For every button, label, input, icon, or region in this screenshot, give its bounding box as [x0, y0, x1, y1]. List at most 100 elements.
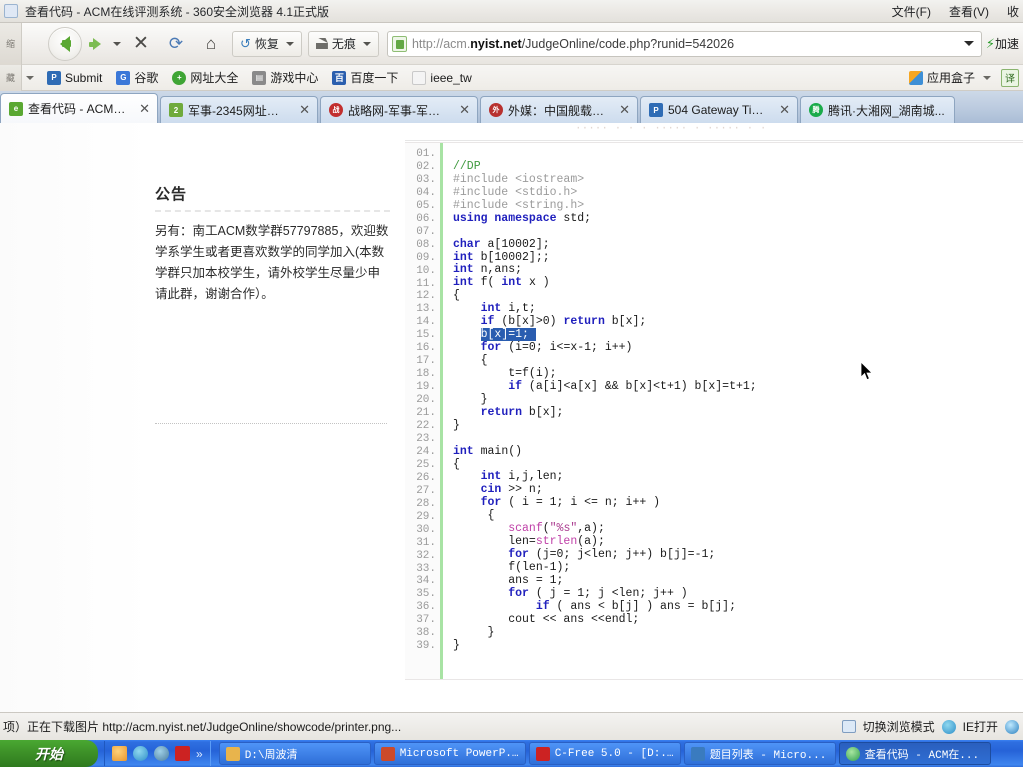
app-box-button[interactable]: 应用盒子: [908, 69, 997, 86]
internet-explorer-icon[interactable]: [133, 746, 148, 761]
task-explorer[interactable]: D:\周波清: [218, 742, 371, 765]
menu-view[interactable]: 查看(V): [949, 3, 989, 20]
code-token: {: [453, 354, 488, 367]
code-token: f(len-1);: [453, 561, 571, 574]
code-token: int: [480, 302, 502, 316]
line-number: 27.: [416, 484, 436, 497]
restore-caret-icon[interactable]: [285, 41, 294, 46]
tab-military-2345[interactable]: 2 军事-2345网址导航 ✕: [160, 96, 318, 123]
globe-icon[interactable]: [1005, 719, 1019, 734]
line-number: 32.: [416, 549, 436, 562]
tab-504-gateway[interactable]: P 504 Gateway Time-... ✕: [640, 96, 798, 123]
code-line: for ( i = 1; i <= n; i++ ): [453, 496, 1023, 510]
code-token: return: [480, 405, 523, 419]
chevron-overflow-icon[interactable]: »: [196, 747, 203, 761]
browse-mode-label[interactable]: 切换浏览模式: [863, 718, 935, 735]
tab-close-icon[interactable]: ✕: [139, 101, 150, 117]
menu-favorites[interactable]: 收: [1007, 3, 1019, 20]
task-powerpoint[interactable]: Microsoft PowerP...: [373, 742, 526, 765]
source-code-viewer[interactable]: 01. 02. 03. 04. 05. 06. 07. 08. 09. 10. 11. 12. 13. 1…: [405, 142, 1023, 680]
code-line: if (a[i]<a[x] && b[x]<t+1) b[x]=t+1;: [453, 380, 1023, 394]
tab-view-code[interactable]: e 查看代码 - ACM在线... ✕: [0, 93, 158, 123]
speed-label: 加速: [994, 37, 1019, 51]
refresh-button[interactable]: ⟳: [161, 29, 191, 59]
address-dropdown-caret-icon[interactable]: [963, 41, 974, 46]
tab-close-icon[interactable]: ✕: [459, 102, 470, 118]
cfree-icon: [535, 746, 550, 761]
private-mode-button[interactable]: 无痕: [307, 30, 379, 57]
ie-open-label[interactable]: IE打开: [963, 718, 998, 735]
bookmark-ieee[interactable]: ieee_tw: [405, 67, 478, 89]
code-text[interactable]: //DP #include <iostream> #include <stdio.h…: [443, 143, 1023, 679]
code-line: for (i=0; i<=x-1; i++): [453, 341, 1023, 355]
browser-icon[interactable]: [154, 746, 169, 761]
forward-button[interactable]: [84, 29, 110, 59]
code-token: {: [453, 509, 495, 523]
translate-button[interactable]: 译: [1001, 68, 1019, 87]
start-button[interactable]: 开始: [0, 740, 98, 767]
stop-button[interactable]: ✕: [126, 29, 156, 59]
task-cfree[interactable]: C-Free 5.0 - [D:...: [528, 742, 681, 765]
line-number: 22.: [416, 420, 436, 433]
code-token: char: [453, 237, 481, 251]
code-token: x ): [522, 276, 550, 290]
code-line: if (b[x]>0) return b[x];: [453, 315, 1023, 329]
speed-boost-button[interactable]: ⚡ 加速: [986, 35, 1021, 52]
task-list: D:\周波清 Microsoft PowerP... C-Free 5.0 - …: [211, 742, 991, 765]
code-token: t=f(i);: [453, 366, 557, 380]
home-button[interactable]: ⌂: [196, 29, 226, 59]
bookmarks-dropdown-caret-icon[interactable]: [26, 75, 34, 80]
line-number: 07.: [416, 225, 436, 238]
back-button[interactable]: [48, 26, 82, 61]
code-line: cout << ans <<endl;: [453, 613, 1023, 627]
line-number: 04.: [416, 186, 436, 199]
bookmarks-collapse-handle[interactable]: 藏: [0, 64, 22, 91]
line-number: 17.: [416, 355, 436, 368]
baidu-paw-icon: 百: [332, 70, 347, 85]
folder-icon: [225, 746, 240, 761]
trace-caret-icon[interactable]: [362, 41, 371, 46]
menu-file[interactable]: 文件(F): [892, 3, 931, 20]
line-number: 18.: [416, 368, 436, 381]
tab-foreign-media[interactable]: 外 外媒：中国舰载战机... ✕: [480, 96, 638, 123]
line-number: 24.: [416, 445, 436, 458]
tab-close-icon[interactable]: ✕: [299, 102, 310, 118]
code-token: b[x];: [522, 405, 564, 419]
tab-strategy-net[interactable]: 战 战略网-军事-军事新... ✕: [320, 96, 478, 123]
selected-code-token: b[x]=1;: [480, 328, 536, 342]
bookmark-label: Submit: [65, 70, 103, 85]
task-label: Microsoft PowerP...: [399, 747, 519, 760]
app-box-caret-icon[interactable]: [983, 75, 991, 80]
tab-tencent-daxiang[interactable]: 腾 腾讯·大湘网_湖南城...: [800, 96, 955, 123]
task-problem-list[interactable]: 题目列表 - Micro...: [683, 742, 836, 765]
task-view-code[interactable]: 查看代码 - ACM在...: [838, 742, 991, 765]
line-number: 06.: [416, 212, 436, 225]
restore-session-button[interactable]: ↺ 恢复: [232, 30, 302, 57]
code-token: len=: [453, 535, 536, 549]
show-desktop-icon[interactable]: [112, 746, 127, 761]
bookmark-submit[interactable]: P Submit: [40, 67, 109, 89]
forward-dropdown-caret-icon[interactable]: [113, 41, 121, 46]
bookmark-baidu[interactable]: 百 百度一下: [325, 67, 405, 89]
task-label: 题目列表 - Micro...: [709, 749, 827, 762]
code-token: {: [453, 289, 460, 303]
line-number: 08.: [416, 238, 436, 251]
cube-icon: [908, 70, 923, 85]
tab-close-icon[interactable]: ✕: [779, 102, 790, 118]
code-line: int b[10002];;: [453, 251, 1023, 265]
quick-launch-bar: »: [104, 741, 211, 766]
window-menus: 文件(F) 查看(V) 收: [892, 3, 1023, 20]
bookmark-google[interactable]: G 谷歌: [109, 67, 165, 89]
bookmark-hao[interactable]: + 网址大全: [165, 67, 245, 89]
bookmark-games[interactable]: ▤ 游戏中心: [245, 67, 325, 89]
sidebar-collapse-handle[interactable]: 缩: [0, 22, 22, 65]
code-token: int: [453, 444, 474, 458]
address-bar[interactable]: http://acm.nyist.net/JudgeOnline/code.ph…: [386, 30, 982, 57]
tab-close-icon[interactable]: ✕: [619, 102, 630, 118]
code-token: for: [480, 341, 502, 355]
media-icon[interactable]: [175, 746, 190, 761]
